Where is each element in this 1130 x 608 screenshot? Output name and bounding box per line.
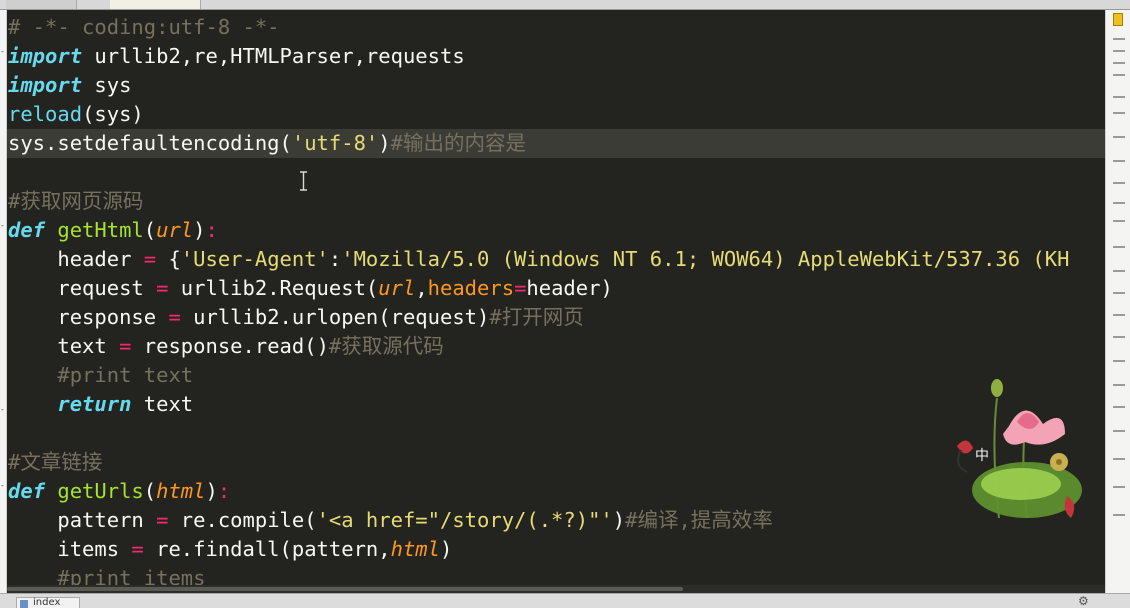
scroll-marker [1113,38,1125,40]
code-line: #print text [8,363,194,387]
code-text[interactable]: # -*- coding:utf-8 -*- import urllib2,re,… [8,13,1069,593]
code-editor[interactable]: # -*- coding:utf-8 -*- import urllib2,re,… [7,10,1105,593]
scroll-marker [1113,182,1125,184]
scroll-marker [1113,220,1125,222]
scroll-marker [1113,406,1125,408]
code-line: # -*- coding:utf-8 -*- [8,15,280,39]
code-line: import sys [8,73,132,97]
scroll-marker [1113,458,1125,460]
fold-marker-icon[interactable]: - [0,222,6,230]
scroll-marker [1113,430,1125,432]
vertical-scroll-thumb[interactable] [1113,13,1123,26]
scroll-marker [1113,202,1125,204]
scroll-marker [1113,62,1125,64]
vertical-scrollbar[interactable] [1105,10,1130,593]
fold-gutter: - - - - [0,10,7,593]
horizontal-scrollbar[interactable] [7,585,1105,593]
scroll-marker [1113,50,1125,52]
code-line: #文章链接 [8,450,103,474]
scroll-marker [1113,246,1125,248]
scroll-marker [1113,136,1125,138]
editor-tab-active[interactable] [110,0,201,9]
code-line: text = response.read()#获取源代码 [8,334,444,358]
code-line: return text [57,392,194,416]
code-line: request = urllib2.Request(url,headers=he… [8,276,613,300]
code-line: response = urllib2.urlopen(request)#打开网页 [8,305,584,329]
scroll-marker [1113,486,1125,488]
code-line: sys.setdefaultencoding('utf-8')#输出的内容是 [8,131,526,155]
file-tab[interactable]: index [16,597,80,608]
code-line: import urllib2,re,HTMLParser,requests [8,44,465,68]
editor-tab-bar [0,0,1130,10]
code-line: def getUrls(html): [8,479,231,503]
scroll-marker [1113,270,1125,272]
code-line: #获取网页源码 [8,189,144,213]
scroll-marker [1113,112,1125,114]
scroll-marker [1113,360,1125,362]
fold-marker-icon[interactable]: - [0,48,6,56]
code-line: def getHtml(url): [8,218,218,242]
status-bar: index ⚙ [0,593,1130,608]
code-line: header = {'User-Agent':'Mozilla/5.0 (Win… [8,247,1070,271]
scroll-marker [1113,514,1125,516]
horizontal-scroll-thumb[interactable] [7,587,683,591]
code-line: pattern = re.compile('<a href="/story/(.… [8,508,773,532]
scroll-marker [1113,96,1125,98]
scroll-marker [1113,160,1125,162]
code-line: items = re.findall(pattern,html) [8,537,453,561]
scroll-marker [1113,74,1125,76]
scroll-marker [1113,336,1125,338]
scroll-marker [1113,292,1125,294]
editor-tab[interactable] [6,0,77,9]
code-line: reload(sys) [8,102,144,126]
text-cursor-icon [300,171,307,191]
svg-text:中: 中 [975,448,989,464]
lotus-decoration: 中 [957,379,1082,519]
scroll-marker [1113,384,1125,386]
fold-marker-icon[interactable]: - [0,482,6,490]
file-tab-label: index [33,597,61,608]
fold-marker-icon[interactable]: - [0,406,6,414]
scroll-marker [1113,314,1125,316]
gear-icon[interactable]: ⚙ [1078,594,1089,608]
